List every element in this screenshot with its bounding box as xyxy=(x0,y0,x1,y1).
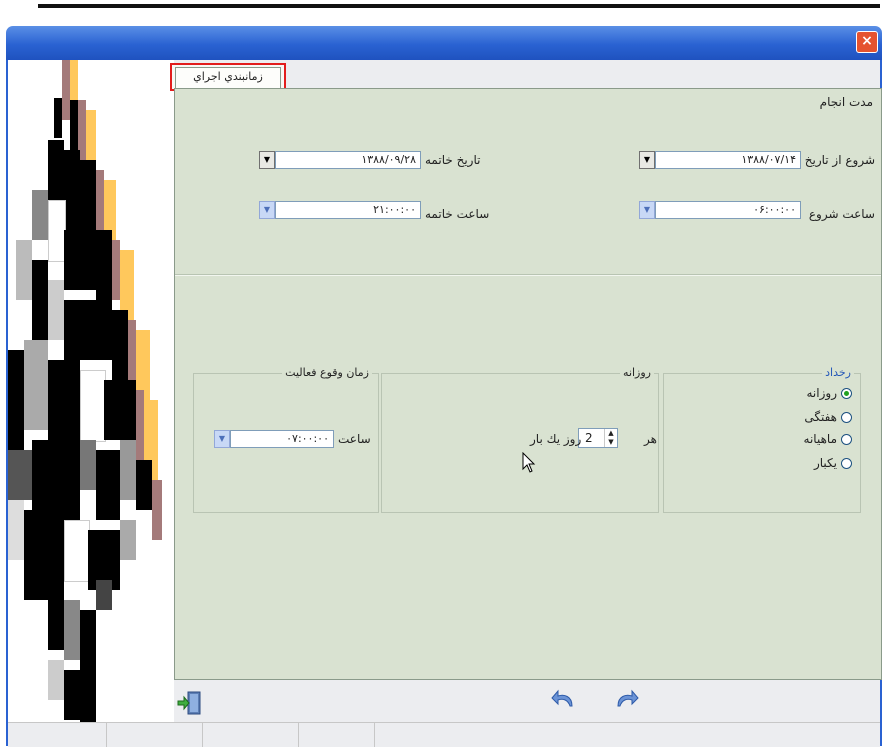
activity-time-group: زمان وقوع فعاليت ساعت ۰۷:۰۰:۰۰ ▼ xyxy=(193,366,379,513)
status-cell xyxy=(8,723,107,747)
end-time-dropdown[interactable]: ▼ xyxy=(259,201,275,219)
start-date-dropdown[interactable]: ▼ xyxy=(639,151,655,169)
end-date-label: تاريخ خاتمه xyxy=(425,153,481,167)
every-label: هر xyxy=(644,432,657,446)
end-time-label: ساعت خاتمه xyxy=(425,207,490,221)
interval-stepper[interactable]: 2 ▲ ▼ xyxy=(578,428,618,448)
start-date-field[interactable]: ۱۳۸۸/۰۷/۱۴ xyxy=(655,151,801,169)
activity-time-dropdown[interactable]: ▼ xyxy=(214,430,230,448)
start-date-label: شروع از تاريخ xyxy=(804,153,875,167)
interval-suffix-label: روز یك بار xyxy=(530,432,582,446)
radio-daily[interactable]: روزانه xyxy=(806,386,852,400)
radio-once-label: یکبار xyxy=(813,456,837,470)
daily-group: روزانه هر 2 ▲ ▼ روز یك بار xyxy=(381,366,659,513)
title-bar[interactable]: × xyxy=(6,26,882,60)
duration-section-title: مدت انجام xyxy=(819,95,873,109)
undo-button[interactable] xyxy=(550,686,578,712)
daily-group-title: روزانه xyxy=(620,366,654,379)
tab-activity-scheduling[interactable]: زمانبندي اجراي فعاليت xyxy=(170,63,286,104)
end-date-dropdown[interactable]: ▼ xyxy=(259,151,275,169)
chevron-down-icon: ▼ xyxy=(263,205,271,214)
chevron-down-icon: ▼ xyxy=(643,155,651,164)
radio-weekly-label: هفتگی xyxy=(804,410,837,424)
status-cell xyxy=(202,723,299,747)
radio-button[interactable] xyxy=(841,433,852,445)
close-button[interactable]: × xyxy=(856,31,878,53)
top-border-line xyxy=(38,4,880,8)
chevron-down-icon: ▼ xyxy=(263,155,271,164)
undo-arrow-icon xyxy=(551,689,573,707)
section-divider xyxy=(175,274,881,276)
radio-once[interactable]: یکبار xyxy=(814,456,852,470)
start-time-dropdown[interactable]: ▼ xyxy=(639,201,655,219)
activity-time-group-title: زمان وقوع فعاليت xyxy=(282,366,372,379)
event-group-title: رخداد xyxy=(822,366,854,379)
chevron-down-icon: ▼ xyxy=(218,434,226,443)
radio-button[interactable] xyxy=(841,457,852,469)
radio-button[interactable] xyxy=(841,387,852,399)
radio-weekly[interactable]: هفتگی xyxy=(804,410,852,424)
status-bar xyxy=(8,722,880,747)
exit-door-icon xyxy=(177,691,201,715)
end-time-field[interactable]: ۲۱:۰۰:۰۰ xyxy=(275,201,421,219)
start-time-field[interactable]: ۰۶:۰۰:۰۰ xyxy=(655,201,801,219)
redo-arrow-icon xyxy=(617,689,639,707)
mouse-pointer-icon xyxy=(522,452,536,473)
end-date-field[interactable]: ۱۳۸۸/۰۹/۲۸ xyxy=(275,151,421,169)
redo-button[interactable] xyxy=(612,686,640,712)
time-label: ساعت xyxy=(338,432,371,446)
radio-daily-label: روزانه xyxy=(806,386,838,400)
radio-monthly-label: ماهیانه xyxy=(803,432,837,446)
interval-value: 2 xyxy=(585,431,593,445)
radio-monthly[interactable]: ماهیانه xyxy=(804,432,852,446)
event-group: رخداد روزانه هفتگی ماهیانه یکبار xyxy=(663,366,861,513)
side-decorative-image xyxy=(8,60,174,724)
exit-button[interactable] xyxy=(176,690,204,716)
schedule-panel: مدت انجام شروع از تاريخ ۱۳۸۸/۰۷/۱۴ ▼ تار… xyxy=(174,88,882,680)
status-cell xyxy=(106,723,203,747)
radio-button[interactable] xyxy=(841,411,852,423)
activity-time-field[interactable]: ۰۷:۰۰:۰۰ xyxy=(230,430,334,448)
start-time-label: ساعت شروع xyxy=(808,207,875,221)
status-cell xyxy=(298,723,375,747)
chevron-down-icon: ▼ xyxy=(643,205,651,214)
stepper-arrows-icon[interactable]: ▲ ▼ xyxy=(604,429,617,447)
